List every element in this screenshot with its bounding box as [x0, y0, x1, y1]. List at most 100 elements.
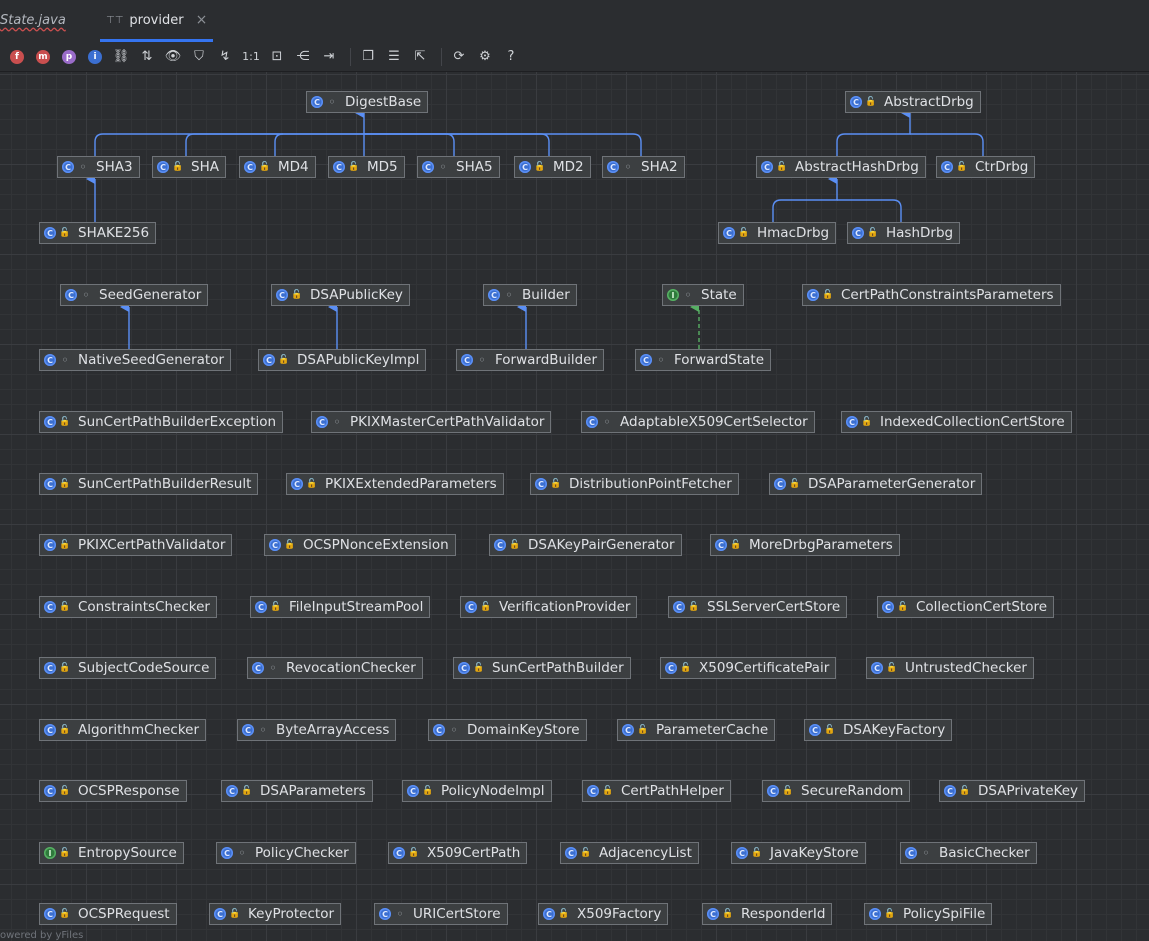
node-parametercache[interactable]: C 🔓 ParameterCache	[617, 719, 776, 741]
node-dsaprivatekey[interactable]: C 🔓 DSAPrivateKey	[939, 780, 1085, 802]
class-icon: C	[622, 724, 634, 736]
node-subjectcodesource[interactable]: C 🔓 SubjectCodeSource	[39, 657, 217, 679]
node-securerandom[interactable]: C 🔓 SecureRandom	[762, 780, 911, 802]
edge-mode-icon[interactable]: ↯	[214, 46, 236, 68]
node-suncertpathbuilderexception[interactable]: C 🔓 SunCertPathBuilderException	[39, 411, 284, 433]
show-fields-icon[interactable]: f	[6, 46, 28, 68]
node-certpathhelper[interactable]: C 🔓 CertPathHelper	[582, 780, 731, 802]
fit-content-icon[interactable]: ⊡	[266, 46, 288, 68]
node-sha5[interactable]: C ◦ SHA5	[417, 156, 500, 178]
help-icon[interactable]: ?	[500, 46, 522, 68]
node-entropysource[interactable]: I 🔓 EntropySource	[39, 842, 184, 864]
public-access-icon: 🔓	[59, 909, 71, 919]
tab-state-java[interactable]: State.java	[0, 0, 66, 40]
node-algorithmchecker[interactable]: C 🔓 AlgorithmChecker	[39, 719, 207, 741]
node-hmacdrbg[interactable]: C 🔓 HmacDrbg	[718, 222, 837, 244]
tab-provider[interactable]: ⊤⊤ provider ×	[100, 0, 214, 42]
node-domainkeystore[interactable]: C ◦ DomainKeyStore	[428, 719, 587, 741]
node-x509factory[interactable]: C 🔓 X509Factory	[538, 903, 669, 925]
node-label: SHAKE256	[78, 225, 150, 241]
apply-layout-icon[interactable]: ☰	[383, 46, 405, 68]
node-pkixextendedparameters[interactable]: C 🔓 PKIXExtendedParameters	[286, 473, 504, 495]
node-dsakeypairgenerator[interactable]: C 🔓 DSAKeyPairGenerator	[489, 534, 682, 556]
node-moredrbgparameters[interactable]: C 🔓 MoreDrbgParameters	[710, 534, 900, 556]
node-md4[interactable]: C 🔓 MD4	[239, 156, 316, 178]
node-bytearrayaccess[interactable]: C ◦ ByteArrayAccess	[237, 719, 397, 741]
node-revocationchecker[interactable]: C ◦ RevocationChecker	[247, 657, 423, 679]
node-shake256[interactable]: C 🔓 SHAKE256	[39, 222, 157, 244]
visibility-icon[interactable]: 👁	[162, 46, 184, 68]
node-state[interactable]: I ◦ State	[662, 284, 744, 306]
node-untrustedchecker[interactable]: C 🔓 UntrustedChecker	[866, 657, 1034, 679]
node-abstractdrbg[interactable]: C 🔓 AbstractDrbg	[845, 91, 981, 113]
layout-icon[interactable]: ⋲	[292, 46, 314, 68]
node-abstracthashdrbg[interactable]: C 🔓 AbstractHashDrbg	[756, 156, 926, 178]
node-fileinputstreampool[interactable]: C 🔓 FileInputStreamPool	[250, 596, 431, 618]
node-suncertpathbuilder[interactable]: C 🔓 SunCertPathBuilder	[453, 657, 631, 679]
node-ocspresponse[interactable]: C 🔓 OCSPResponse	[39, 780, 187, 802]
show-dependencies-icon[interactable]: ⛓	[110, 46, 132, 68]
node-constraintschecker[interactable]: C 🔓 ConstraintsChecker	[39, 596, 217, 618]
show-properties-icon[interactable]: p	[58, 46, 80, 68]
node-forwardbuilder[interactable]: C ◦ ForwardBuilder	[456, 349, 605, 371]
node-seedgenerator[interactable]: C ◦ SeedGenerator	[60, 284, 209, 306]
export-icon[interactable]: ⇱	[409, 46, 431, 68]
node-uricertstore[interactable]: C ◦ URICertStore	[374, 903, 508, 925]
node-md2[interactable]: C 🔓 MD2	[514, 156, 591, 178]
node-pkixmastercertpathvalidator[interactable]: C ◦ PKIXMasterCertPathValidator	[311, 411, 552, 433]
class-icon: C	[586, 416, 598, 428]
node-dsaparameters[interactable]: C 🔓 DSAParameters	[221, 780, 373, 802]
node-sha2[interactable]: C ◦ SHA2	[602, 156, 685, 178]
diagram-canvas[interactable]	[0, 72, 1149, 941]
copy-diagram-icon[interactable]: ❐	[357, 46, 379, 68]
public-access-icon: 🔓	[229, 909, 241, 919]
node-certpathconstraintsparameters[interactable]: C 🔓 CertPathConstraintsParameters	[802, 284, 1061, 306]
node-hashdrbg[interactable]: C 🔓 HashDrbg	[847, 222, 961, 244]
node-nativeseedgenerator[interactable]: C ◦ NativeSeedGenerator	[39, 349, 232, 371]
node-policynodeimpl[interactable]: C 🔓 PolicyNodeImpl	[402, 780, 552, 802]
node-builder[interactable]: C ◦ Builder	[483, 284, 577, 306]
show-inner-classes-icon[interactable]: i	[84, 46, 106, 68]
close-icon[interactable]: ×	[196, 12, 208, 28]
node-basicchecker[interactable]: C ◦ BasicChecker	[900, 842, 1037, 864]
refresh-icon[interactable]: ⟳	[448, 46, 470, 68]
class-icon: C	[393, 847, 405, 859]
node-adaptablex509certselector[interactable]: C ◦ AdaptableX509CertSelector	[581, 411, 815, 433]
node-ocsprequest[interactable]: C 🔓 OCSPRequest	[39, 903, 177, 925]
node-dsakeyfactory[interactable]: C 🔓 DSAKeyFactory	[804, 719, 953, 741]
show-methods-icon[interactable]: m	[32, 46, 54, 68]
node-responderid[interactable]: C 🔓 ResponderId	[702, 903, 833, 925]
node-x509certificatepair[interactable]: C 🔓 X509CertificatePair	[660, 657, 837, 679]
node-policyspifile[interactable]: C 🔓 PolicySpiFile	[864, 903, 993, 925]
node-md5[interactable]: C 🔓 MD5	[328, 156, 405, 178]
route-edges-icon[interactable]: ⇥	[318, 46, 340, 68]
node-ocspnonceextension[interactable]: C 🔓 OCSPNonceExtension	[264, 534, 456, 556]
node-sslservercertstore[interactable]: C 🔓 SSLServerCertStore	[668, 596, 848, 618]
node-policychecker[interactable]: C ◦ PolicyChecker	[216, 842, 356, 864]
node-keyprotector[interactable]: C 🔓 KeyProtector	[209, 903, 342, 925]
node-collectioncertstore[interactable]: C 🔓 CollectionCertStore	[877, 596, 1055, 618]
settings-icon[interactable]: ⚙	[474, 46, 496, 68]
class-icon: C	[44, 724, 56, 736]
node-pkixcertpathvalidator[interactable]: C 🔓 PKIXCertPathValidator	[39, 534, 233, 556]
node-sha3[interactable]: C ◦ SHA3	[57, 156, 140, 178]
node-javakeystore[interactable]: C 🔓 JavaKeyStore	[731, 842, 866, 864]
node-label: PolicyNodeImpl	[441, 783, 545, 799]
node-indexedcollectioncertstore[interactable]: C 🔓 IndexedCollectionCertStore	[841, 411, 1072, 433]
node-dsaparametergenerator[interactable]: C 🔓 DSAParameterGenerator	[769, 473, 983, 495]
actual-size-button[interactable]: 1:1	[240, 46, 262, 68]
node-dsapublickeyimpl[interactable]: C 🔓 DSAPublicKeyImpl	[258, 349, 427, 371]
class-icon: C	[809, 724, 821, 736]
node-adjacencylist[interactable]: C 🔓 AdjacencyList	[560, 842, 699, 864]
node-verificationprovider[interactable]: C 🔓 VerificationProvider	[460, 596, 638, 618]
sort-icon[interactable]: ⇅	[136, 46, 158, 68]
node-suncertpathbuilderresult[interactable]: C 🔓 SunCertPathBuilderResult	[39, 473, 259, 495]
node-x509certpath[interactable]: C 🔓 X509CertPath	[388, 842, 528, 864]
node-ctrdrbg[interactable]: C 🔓 CtrDrbg	[936, 156, 1036, 178]
node-forwardstate[interactable]: C ◦ ForwardState	[635, 349, 772, 371]
node-distributionpointfetcher[interactable]: C 🔓 DistributionPointFetcher	[530, 473, 739, 495]
node-dsapublickey[interactable]: C 🔓 DSAPublicKey	[271, 284, 410, 306]
filter-icon[interactable]: ⛉	[188, 46, 210, 68]
node-sha[interactable]: C 🔓 SHA	[152, 156, 226, 178]
node-digestbase[interactable]: C ◦ DigestBase	[306, 91, 429, 113]
